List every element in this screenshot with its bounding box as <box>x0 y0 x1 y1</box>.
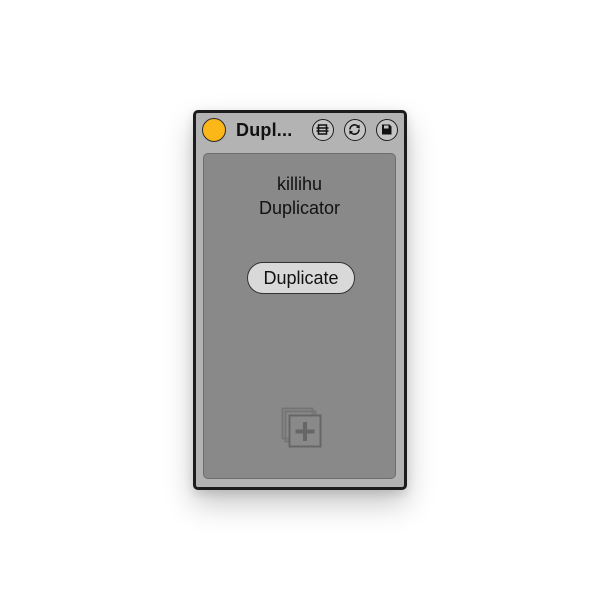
plugin-author-label: killihu <box>276 174 323 194</box>
map-icon <box>316 124 329 135</box>
reload-icon <box>349 124 360 135</box>
duplicate-button[interactable]: Duplicate <box>247 262 355 294</box>
stage: Dupl... killihu Duplicator Duplicate <box>0 0 600 600</box>
device-title: Dupl... <box>236 120 293 140</box>
device-titlebar: Dupl... <box>196 113 404 151</box>
duplicator-device: Dupl... killihu Duplicator Duplicate <box>193 110 407 490</box>
save-icon <box>382 124 392 135</box>
reload-button[interactable] <box>344 119 366 141</box>
map-button[interactable] <box>312 119 334 141</box>
device-power-toggle[interactable] <box>202 118 226 142</box>
device-panel: killihu Duplicator Duplicate <box>203 153 396 479</box>
add-copy-icon <box>281 407 322 448</box>
plugin-name-label: Duplicator <box>258 198 341 218</box>
save-button[interactable] <box>376 119 398 141</box>
